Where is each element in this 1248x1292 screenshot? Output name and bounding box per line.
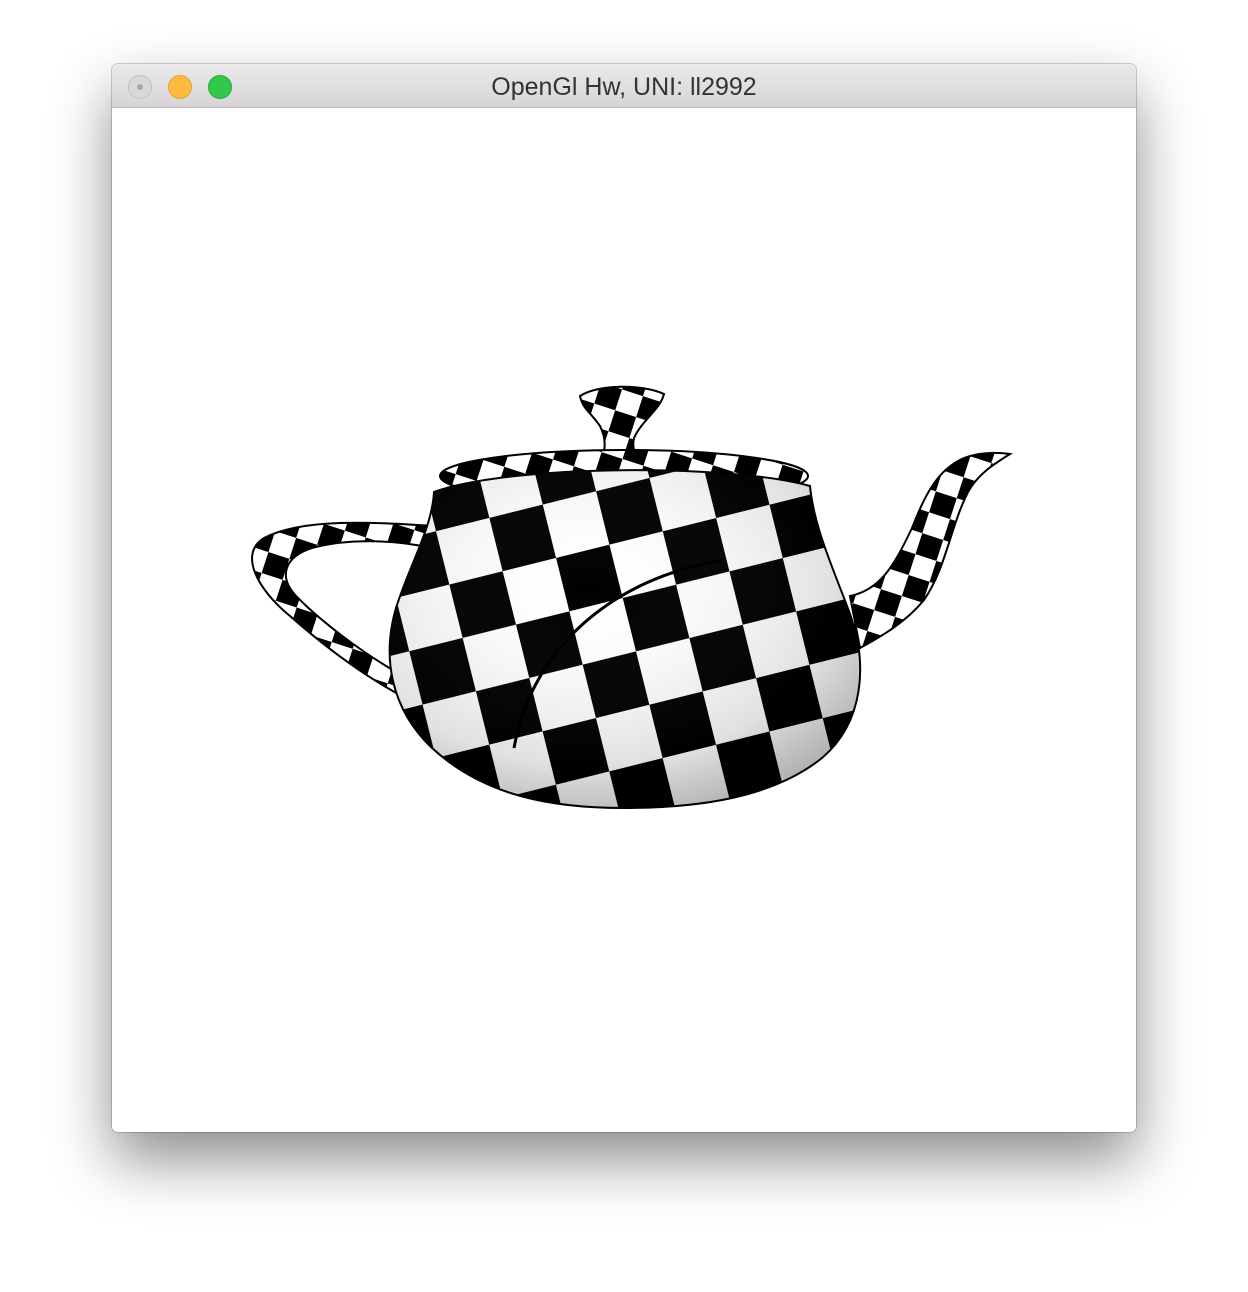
app-window: OpenGl Hw, UNI: ll2992 <box>112 64 1136 1132</box>
opengl-canvas[interactable] <box>112 108 1136 1132</box>
teapot-render <box>251 385 1013 810</box>
teapot-spout <box>848 451 1013 650</box>
window-title: OpenGl Hw, UNI: ll2992 <box>491 73 757 101</box>
teapot-knob <box>578 385 666 459</box>
title-bar[interactable]: OpenGl Hw, UNI: ll2992 <box>112 64 1136 108</box>
